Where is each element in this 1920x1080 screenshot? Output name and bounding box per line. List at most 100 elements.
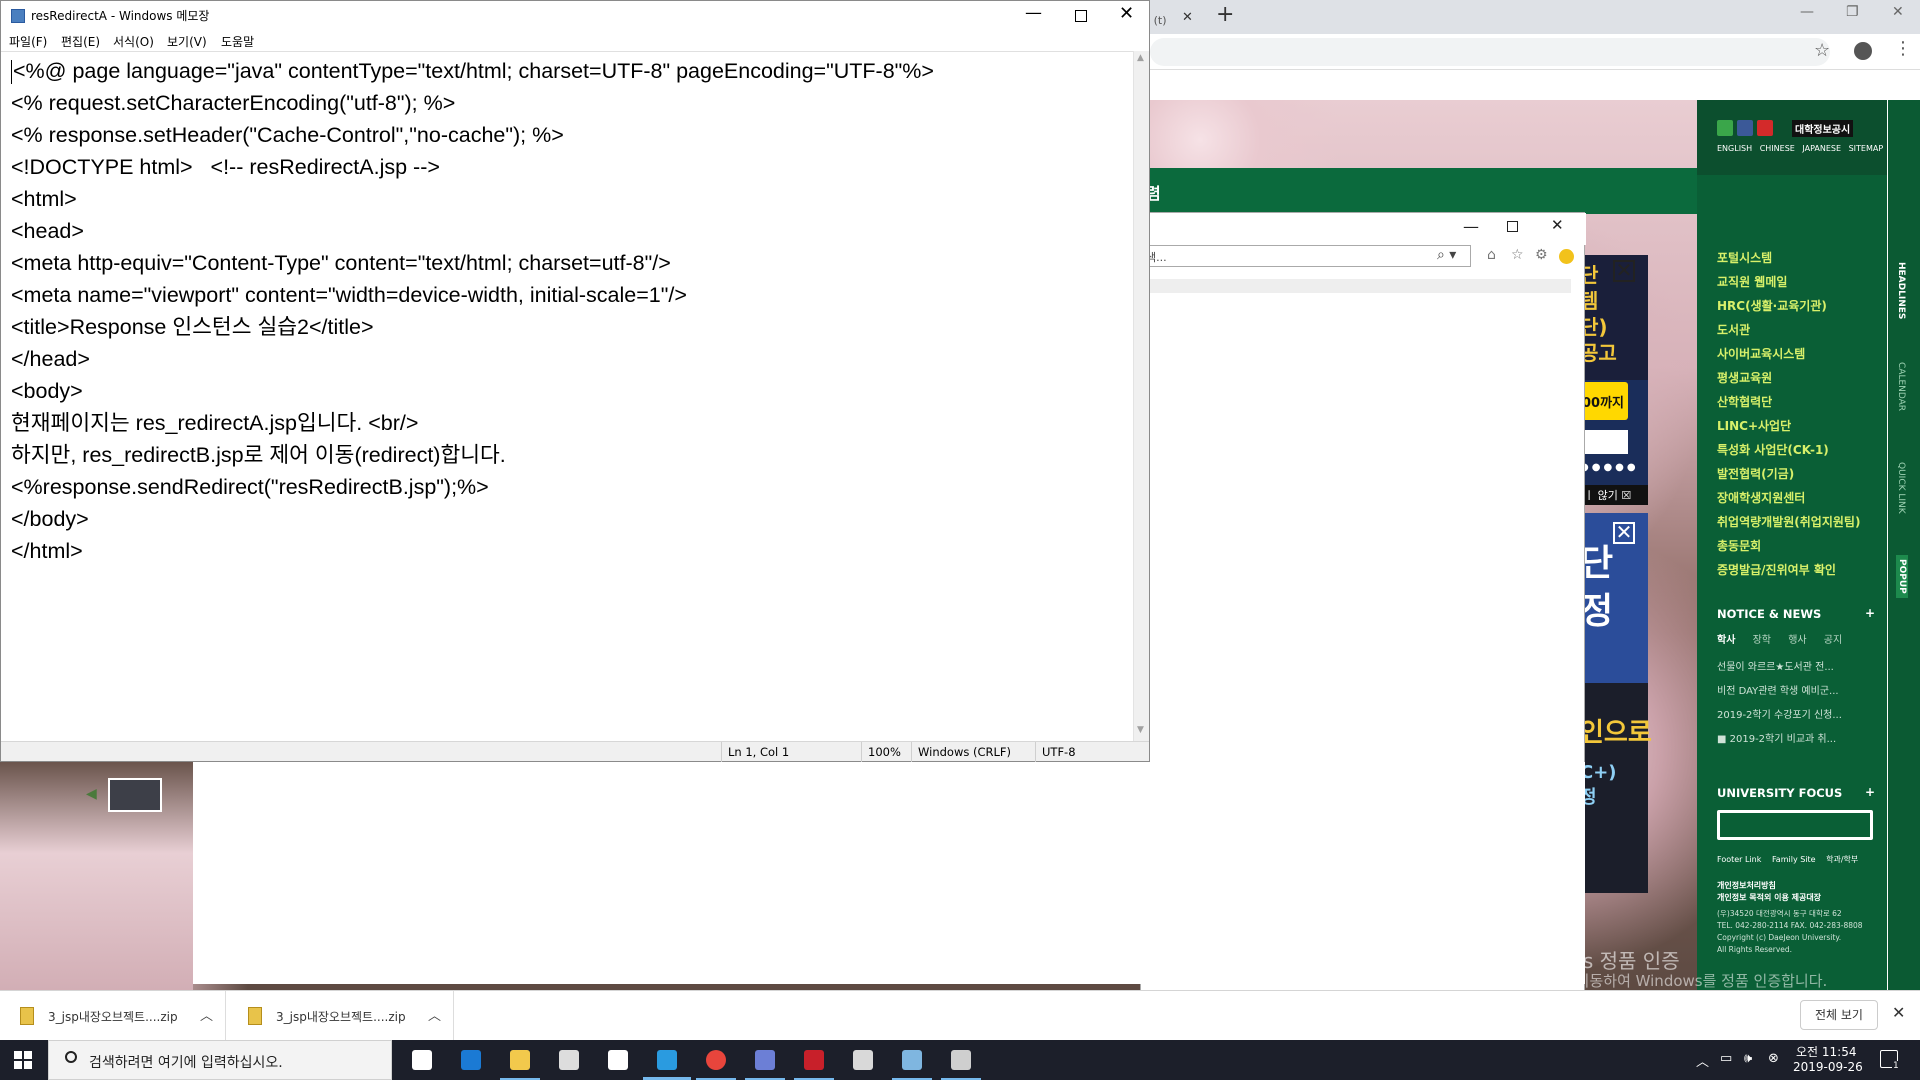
menu-help[interactable]: 도움말 [221,33,254,50]
chrome-menu-icon[interactable]: ⋮ [1894,40,1912,58]
youtube-icon[interactable] [1757,120,1773,136]
vertical-scrollbar[interactable]: ▲ ▼ [1133,51,1149,741]
taskbar-notepad-button[interactable] [888,1040,936,1080]
slideshow-prev-icon[interactable]: ◀ [86,786,97,802]
scroll-down-icon[interactable]: ▼ [1137,725,1144,735]
ime-icon[interactable]: ⊗ [1768,1051,1779,1066]
tab-scholarship[interactable]: 장학 [1753,635,1771,646]
quick-link[interactable]: 증명발급/진위여부 확인 [1717,558,1860,582]
home-icon[interactable]: ⌂ [1487,247,1496,263]
taskbar-paint-button[interactable] [937,1040,985,1080]
quick-link[interactable]: 포털시스템 [1717,246,1860,270]
settings-gear-icon[interactable]: ⚙ [1535,247,1548,263]
quick-link[interactable]: 총동문회 [1717,534,1860,558]
lang-english-link[interactable]: ENGLISH [1717,144,1752,153]
quick-link[interactable]: 산학협력단 [1717,390,1860,414]
chrome-restore-icon[interactable]: ❐ [1846,4,1859,20]
news-item[interactable]: 선물이 와르르★도서관 전... [1717,656,1867,680]
taskbar-task-view-button[interactable] [398,1040,446,1080]
chrome-close-icon[interactable]: ✕ [1892,4,1904,20]
ie-search-input[interactable]: 색... [1141,245,1471,267]
network-icon[interactable]: ▭ [1720,1051,1732,1066]
download-item[interactable]: 3_jsp내장오브젝트....zip ︿ [228,991,454,1041]
popup-a-button[interactable]: 00까지 [1580,382,1628,420]
privacy-usage-link[interactable]: 개인정보 목적외 이용 제공대장 [1717,892,1821,904]
popup-a-field[interactable] [1580,430,1628,454]
popup-b-close-icon[interactable]: ✕ [1613,522,1635,544]
chevron-up-icon[interactable]: ︿ [200,1005,213,1024]
chevron-up-icon[interactable]: ︿ [428,1005,441,1024]
lang-japanese-link[interactable]: JAPANESE [1802,144,1841,153]
notice-more-button[interactable]: + [1865,606,1875,620]
footer-link[interactable]: Footer Link [1717,855,1761,864]
focus-more-button[interactable]: + [1865,785,1875,799]
facebook-icon[interactable] [1737,120,1753,136]
sitemap-link[interactable]: SITEMAP [1849,144,1884,153]
notepad-titlebar[interactable]: resRedirectA - Windows 메모장 — ✕ [1,1,1149,31]
taskbar-edge-button[interactable] [447,1040,495,1080]
windows-start-icon[interactable] [14,1051,32,1069]
taskbar-file-explorer-button[interactable] [496,1040,544,1080]
tab-academic[interactable]: 학사 [1717,635,1735,646]
tab-quick-link[interactable]: QUICK LINK [1896,462,1906,514]
quick-link[interactable]: HRC(생활·교육기관) [1717,294,1860,318]
feedback-smiley-icon[interactable] [1559,249,1574,264]
tab-headlines[interactable]: HEADLINES [1896,262,1906,319]
menu-format[interactable]: 서식(O) [113,33,154,50]
quick-link[interactable]: 교직원 웹메일 [1717,270,1860,294]
family-site-link[interactable]: Family Site [1772,855,1816,864]
download-bar-close-icon[interactable]: ✕ [1892,1003,1905,1022]
quick-link[interactable]: 도서관 [1717,318,1860,342]
taskbar-search-box[interactable]: 검색하려면 여기에 입력하십시오. [48,1040,392,1080]
minimize-icon[interactable]: — [1025,3,1042,23]
tab-notice[interactable]: 공지 [1824,635,1842,646]
slideshow-thumbnail[interactable] [108,778,162,812]
favorites-star-icon[interactable]: ☆ [1511,247,1524,263]
taskbar-store-button[interactable] [545,1040,593,1080]
taskbar-chrome-button[interactable] [692,1040,740,1080]
volume-icon[interactable]: 🕪 [1744,1051,1752,1066]
tab-calendar[interactable]: CALENDAR [1896,362,1906,411]
news-item[interactable]: 2019-2학기 수강포기 신청... [1717,704,1867,728]
ie-search-icon[interactable]: ⌕ ▾ [1437,247,1456,263]
quick-link[interactable]: 사이버교육시스템 [1717,342,1860,366]
profile-icon[interactable] [1854,42,1872,60]
quick-link[interactable]: LINC+사업단 [1717,414,1860,438]
privacy-policy-link[interactable]: 개인정보처리방침 [1717,880,1821,892]
popup-a-dont-show[interactable]: ㅣ 않기 ☒ [1580,485,1648,505]
close-icon[interactable]: ✕ [1119,3,1134,24]
show-all-downloads-button[interactable]: 전체 보기 [1800,1000,1878,1030]
taskbar-network-app-button[interactable] [741,1040,789,1080]
clock-date[interactable]: 2019-09-26 [1793,1060,1863,1074]
quick-link[interactable]: 평생교육원 [1717,366,1860,390]
ie-close-icon[interactable]: ✕ [1551,216,1564,234]
lang-chinese-link[interactable]: CHINESE [1760,144,1795,153]
univ-info-disclosure-link[interactable]: 대학정보공시 [1792,120,1854,137]
tab-events[interactable]: 행사 [1788,635,1806,646]
taskbar-internet-explorer-button[interactable] [643,1040,691,1080]
department-link[interactable]: 학과/학부 [1826,855,1858,864]
chrome-address-bar[interactable] [1150,38,1830,66]
quick-link[interactable]: 장애학생지원센터 [1717,486,1860,510]
quick-link[interactable]: 특성화 사업단(CK-1) [1717,438,1860,462]
new-tab-button[interactable]: + [1216,2,1234,27]
notepad-app-icon[interactable] [11,9,25,23]
quick-link[interactable]: 취업역량개발원(취업지원팀) [1717,510,1860,534]
news-item[interactable]: ■ 2019-2학기 비교과 취... [1717,728,1867,752]
menu-view[interactable]: 보기(V) [167,33,207,50]
news-item[interactable]: 비전 DAY관련 학생 예비군... [1717,680,1867,704]
bookmark-star-icon[interactable]: ☆ [1814,40,1830,61]
scroll-up-icon[interactable]: ▲ [1137,53,1144,63]
menu-file[interactable]: 파일(F) [9,33,47,50]
ie-minimize-icon[interactable]: — [1463,217,1479,236]
blog-icon[interactable] [1717,120,1733,136]
text-editor[interactable]: <%@ page language="java" contentType="te… [1,51,1133,741]
chrome-tab-close-icon[interactable]: ✕ [1182,10,1193,25]
ie-maximize-icon[interactable] [1507,221,1518,232]
download-item[interactable]: 3_jsp내장오브젝트....zip ︿ [0,991,226,1041]
taskbar-filezilla-button[interactable] [790,1040,838,1080]
taskbar-mail-button[interactable] [594,1040,642,1080]
menu-edit[interactable]: 편집(E) [61,33,100,50]
popup-a-pager[interactable]: ●●●●● [1580,462,1639,473]
taskbar-photos-button[interactable] [839,1040,887,1080]
